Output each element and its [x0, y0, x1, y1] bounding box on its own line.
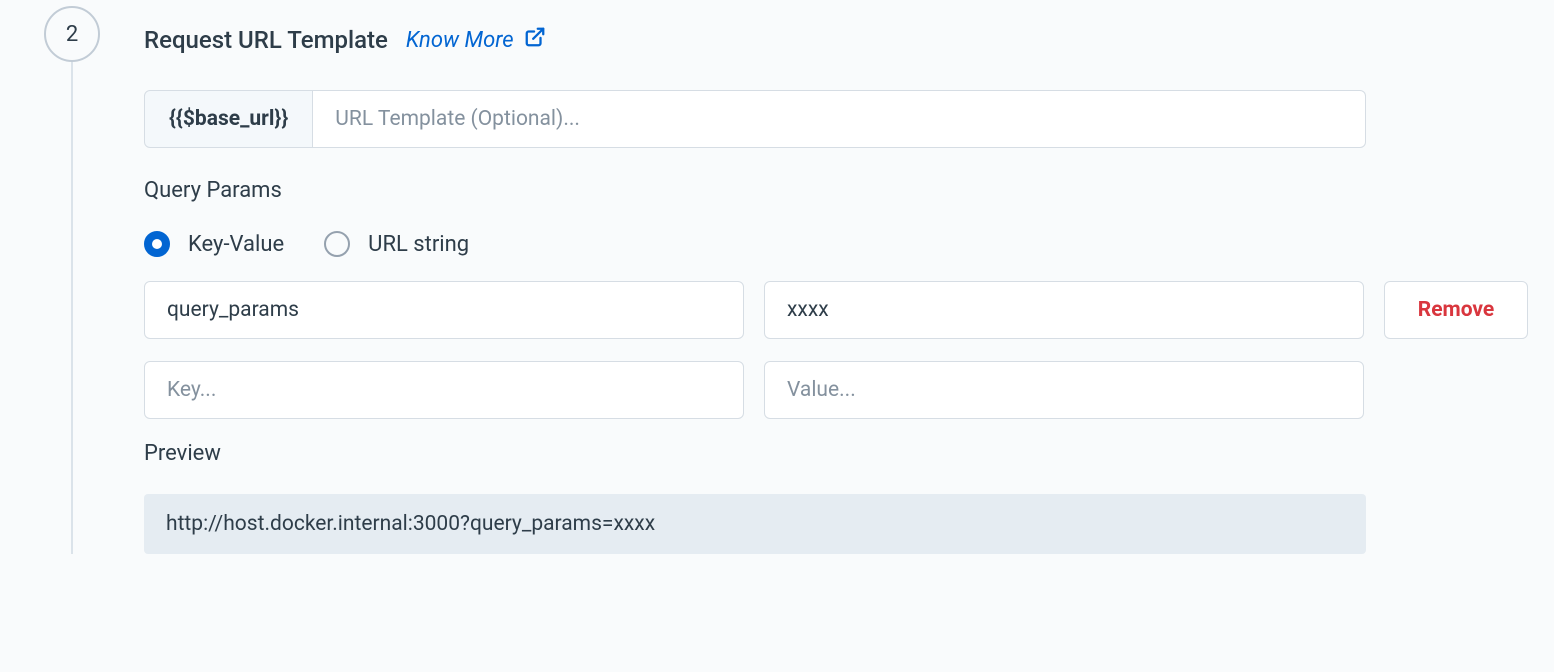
external-link-icon	[524, 26, 546, 54]
url-template-input[interactable]	[313, 90, 1366, 148]
section-title: Request URL Template	[144, 26, 388, 54]
radio-key-value-label: Key-Value	[188, 232, 284, 257]
step-connector-line	[71, 61, 73, 554]
radio-url-string[interactable]: URL string	[324, 231, 469, 257]
radio-icon-unselected	[324, 231, 350, 257]
radio-icon-selected	[144, 231, 170, 257]
know-more-link[interactable]: Know More	[406, 26, 546, 54]
step-number-badge: 2	[44, 6, 100, 62]
preview-value: http://host.docker.internal:3000?query_p…	[144, 494, 1366, 554]
preview-label: Preview	[144, 441, 1528, 466]
radio-url-string-label: URL string	[368, 232, 469, 257]
know-more-label: Know More	[406, 28, 514, 53]
param-key-input[interactable]	[144, 281, 744, 339]
param-value-input-empty[interactable]	[764, 361, 1364, 419]
remove-button[interactable]: Remove	[1384, 281, 1528, 339]
param-value-input[interactable]	[764, 281, 1364, 339]
radio-key-value[interactable]: Key-Value	[144, 231, 284, 257]
query-params-label: Query Params	[144, 178, 1528, 203]
base-url-prefix: {{$base_url}}	[144, 90, 313, 148]
step-number: 2	[66, 22, 78, 47]
param-key-input-empty[interactable]	[144, 361, 744, 419]
